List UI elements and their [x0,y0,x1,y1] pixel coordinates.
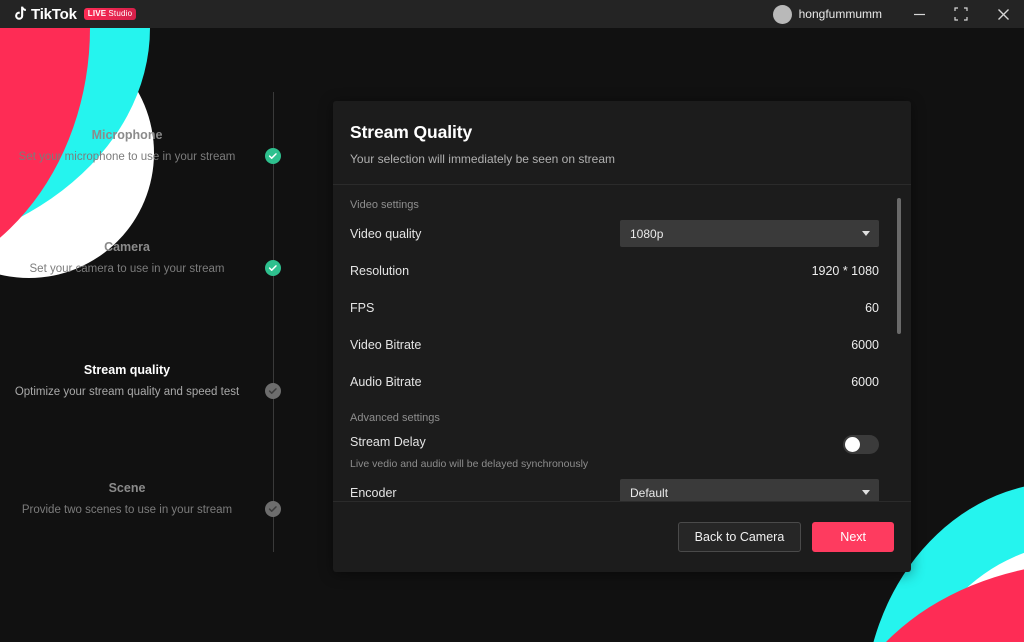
title-bar: TikTok LIVE Studio hongfummumm [0,0,1024,28]
toggle-knob [845,437,860,452]
maximize-icon [954,7,968,21]
row-encoder: Encoder Default [350,474,879,501]
video-settings-group-label: Video settings [350,199,879,211]
settings-scroll-area[interactable]: Video settings Video quality 1080p Resol… [333,185,911,501]
step-title: Microphone [0,128,290,142]
step-description: Provide two scenes to use in your stream [0,502,290,519]
row-value: 1920 * 1080 [812,264,879,278]
step-title: Scene [0,481,290,495]
username-label: hongfummumm [799,7,882,21]
sidebar-item-scene[interactable]: Scene Provide two scenes to use in your … [0,481,290,519]
step-title: Camera [0,240,290,254]
dialog-header: Stream Quality Your selection will immed… [333,101,911,185]
row-label: Stream Delay [350,435,426,449]
select-value: 1080p [630,227,663,241]
window-controls-group: hongfummumm [773,0,1024,28]
check-circle-icon [265,501,281,517]
row-label: Video Bitrate [350,338,421,352]
tiktok-live-studio-window: TikTok LIVE Studio hongfummumm [0,0,1024,642]
row-value: 6000 [851,375,879,389]
row-value: 6000 [851,338,879,352]
badge-live-text: LIVE [88,9,107,18]
sidebar-item-camera[interactable]: Camera Set your camera to use in your st… [0,240,290,278]
row-resolution: Resolution 1920 * 1080 [350,252,879,289]
stream-quality-dialog: Stream Quality Your selection will immed… [333,101,911,572]
back-to-camera-button[interactable]: Back to Camera [678,522,802,552]
stream-delay-toggle[interactable] [843,435,879,454]
decor-arc-white-bottom-right [904,542,1024,642]
row-value: 60 [865,301,879,315]
next-button[interactable]: Next [812,522,894,552]
scrollbar-thumb[interactable] [897,198,901,334]
close-button[interactable] [982,0,1024,28]
sidebar-item-microphone[interactable]: Microphone Set your microphone to use in… [0,128,290,166]
row-stream-delay: Stream Delay Live vedio and audio will b… [350,428,879,474]
setup-stepper: Microphone Set your microphone to use in… [0,92,290,552]
row-label: FPS [350,301,374,315]
advanced-settings-group-label: Advanced settings [350,412,879,424]
row-label: Audio Bitrate [350,375,422,389]
page-title: Stream Quality [350,122,911,143]
row-description: Live vedio and audio will be delayed syn… [350,458,879,470]
row-video-bitrate: Video Bitrate 6000 [350,326,879,363]
step-title: Stream quality [0,363,290,377]
row-video-quality: Video quality 1080p [350,215,879,252]
dialog-footer: Back to Camera Next [333,501,911,572]
check-circle-icon [265,260,281,276]
chevron-down-icon [862,490,870,495]
row-fps: FPS 60 [350,289,879,326]
scrollbar-track[interactable] [902,185,906,501]
row-label: Resolution [350,264,409,278]
encoder-select[interactable]: Default [620,479,879,501]
check-circle-icon [265,148,281,164]
brand-wordmark: TikTok [31,6,77,23]
sidebar-item-stream-quality[interactable]: Stream quality Optimize your stream qual… [0,363,290,401]
decor-arc-red-bottom-right [834,562,1024,642]
select-value: Default [630,486,668,500]
row-label: Encoder [350,486,397,500]
tiktok-note-icon [13,6,28,22]
video-quality-select[interactable]: 1080p [620,220,879,247]
minimize-button[interactable] [898,0,940,28]
page-subtitle: Your selection will immediately be seen … [350,152,911,166]
live-studio-badge: LIVE Studio [84,8,136,20]
maximize-button[interactable] [940,0,982,28]
step-description: Set your camera to use in your stream [0,261,290,278]
row-label: Video quality [350,227,421,241]
avatar [773,5,792,24]
step-description: Optimize your stream quality and speed t… [0,384,290,401]
close-icon [997,8,1010,21]
badge-studio-text: Studio [108,9,132,18]
user-account-chip[interactable]: hongfummumm [773,5,882,24]
step-description: Set your microphone to use in your strea… [0,149,290,166]
row-audio-bitrate: Audio Bitrate 6000 [350,363,879,400]
minimize-icon [913,8,926,21]
check-circle-icon [265,383,281,399]
chevron-down-icon [862,231,870,236]
app-logo: TikTok LIVE Studio [13,6,136,23]
